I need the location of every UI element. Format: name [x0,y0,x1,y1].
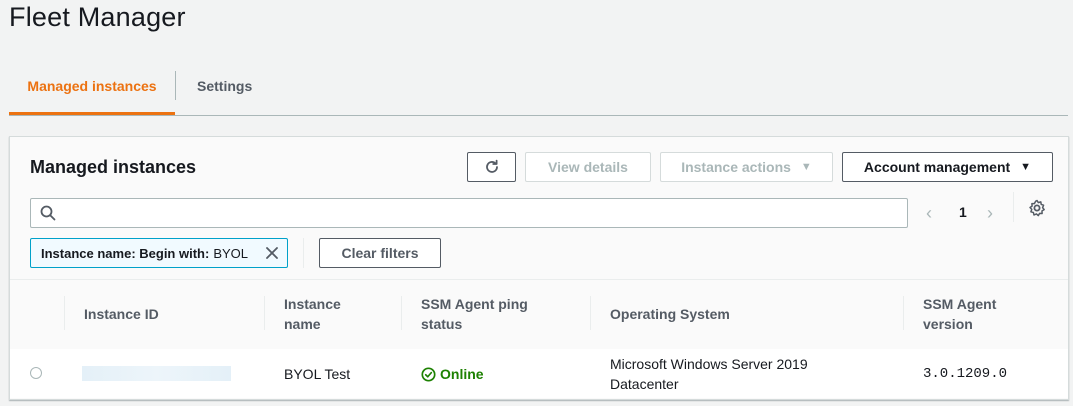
caret-down-icon: ▼ [1020,161,1032,173]
ping-status-label: Online [440,366,484,382]
tab-bar: Managed instances Settings [9,68,1068,116]
column-header-agent-version[interactable]: SSM Agent version [923,294,996,334]
search-input[interactable] [63,202,897,226]
agent-version: 3.0.1209.0 [923,366,1008,382]
column-divider [590,296,591,330]
filter-token-label: Instance name: Begin with: [41,245,210,261]
managed-instances-panel: Managed instances View details Instance … [9,136,1069,400]
operating-system-line: Datacenter [610,376,679,392]
filter-divider [303,238,304,268]
column-header-line: name [284,316,321,332]
view-details-label: View details [548,159,628,175]
column-header-line: status [421,316,463,332]
account-management-label: Account management [863,159,1011,175]
chevron-right-icon[interactable]: › [987,203,993,224]
tab-settings[interactable]: Settings [197,68,252,114]
instance-name: BYOL Test [284,366,351,382]
chevron-left-icon[interactable]: ‹ [926,203,932,224]
column-divider [64,296,65,330]
refresh-icon [485,159,498,173]
column-header-line: SSM Agent ping [421,296,528,312]
pager-divider [1013,192,1014,222]
tab-managed-instances[interactable]: Managed instances [9,68,175,115]
tab-divider [175,71,176,100]
page-number[interactable]: 1 [959,204,967,220]
filter-token-value: BYOL [213,245,248,261]
column-divider [401,296,402,330]
view-details-button[interactable]: View details [525,152,651,182]
table-row[interactable]: BYOL Test Online Microsoft Windows Serve… [10,349,1068,398]
column-header-line: version [923,316,973,332]
column-header-line: Instance [284,296,341,312]
column-header-operating-system[interactable]: Operating System [610,304,730,324]
check-circle-icon [421,366,436,382]
table-header: Instance ID Instance name SSM Agent ping… [10,279,1068,350]
operating-system-line: Microsoft Windows Server 2019 [610,356,808,372]
column-header-line: Operating System [610,306,730,322]
column-header-instance-id[interactable]: Instance ID [84,304,159,324]
column-divider [903,296,904,330]
gear-icon[interactable] [1028,199,1046,217]
instance-id-redacted[interactable] [82,366,231,381]
account-management-button[interactable]: Account management ▼ [842,152,1053,182]
close-icon[interactable] [264,245,280,261]
search-icon [40,205,56,221]
instance-actions-button[interactable]: Instance actions ▼ [660,152,833,182]
operating-system: Microsoft Windows Server 2019 Datacenter [610,354,808,394]
search-box [30,198,908,228]
column-divider [264,296,265,330]
filter-token: Instance name: Begin with: BYOL [30,238,288,268]
clear-filters-button[interactable]: Clear filters [319,238,441,268]
row-select-radio[interactable] [30,367,42,379]
ping-status: Online [421,364,484,384]
column-header-line: Instance ID [84,306,159,322]
instance-actions-label: Instance actions [681,159,791,175]
column-header-line: SSM Agent [923,296,997,312]
panel-title: Managed instances [30,157,197,177]
caret-down-icon: ▼ [800,161,812,173]
page-title: Fleet Manager [9,2,186,32]
refresh-button[interactable] [467,152,516,182]
column-header-ping-status[interactable]: SSM Agent ping status [421,294,528,334]
column-header-instance-name[interactable]: Instance name [284,294,341,334]
clear-filters-label: Clear filters [341,245,419,261]
